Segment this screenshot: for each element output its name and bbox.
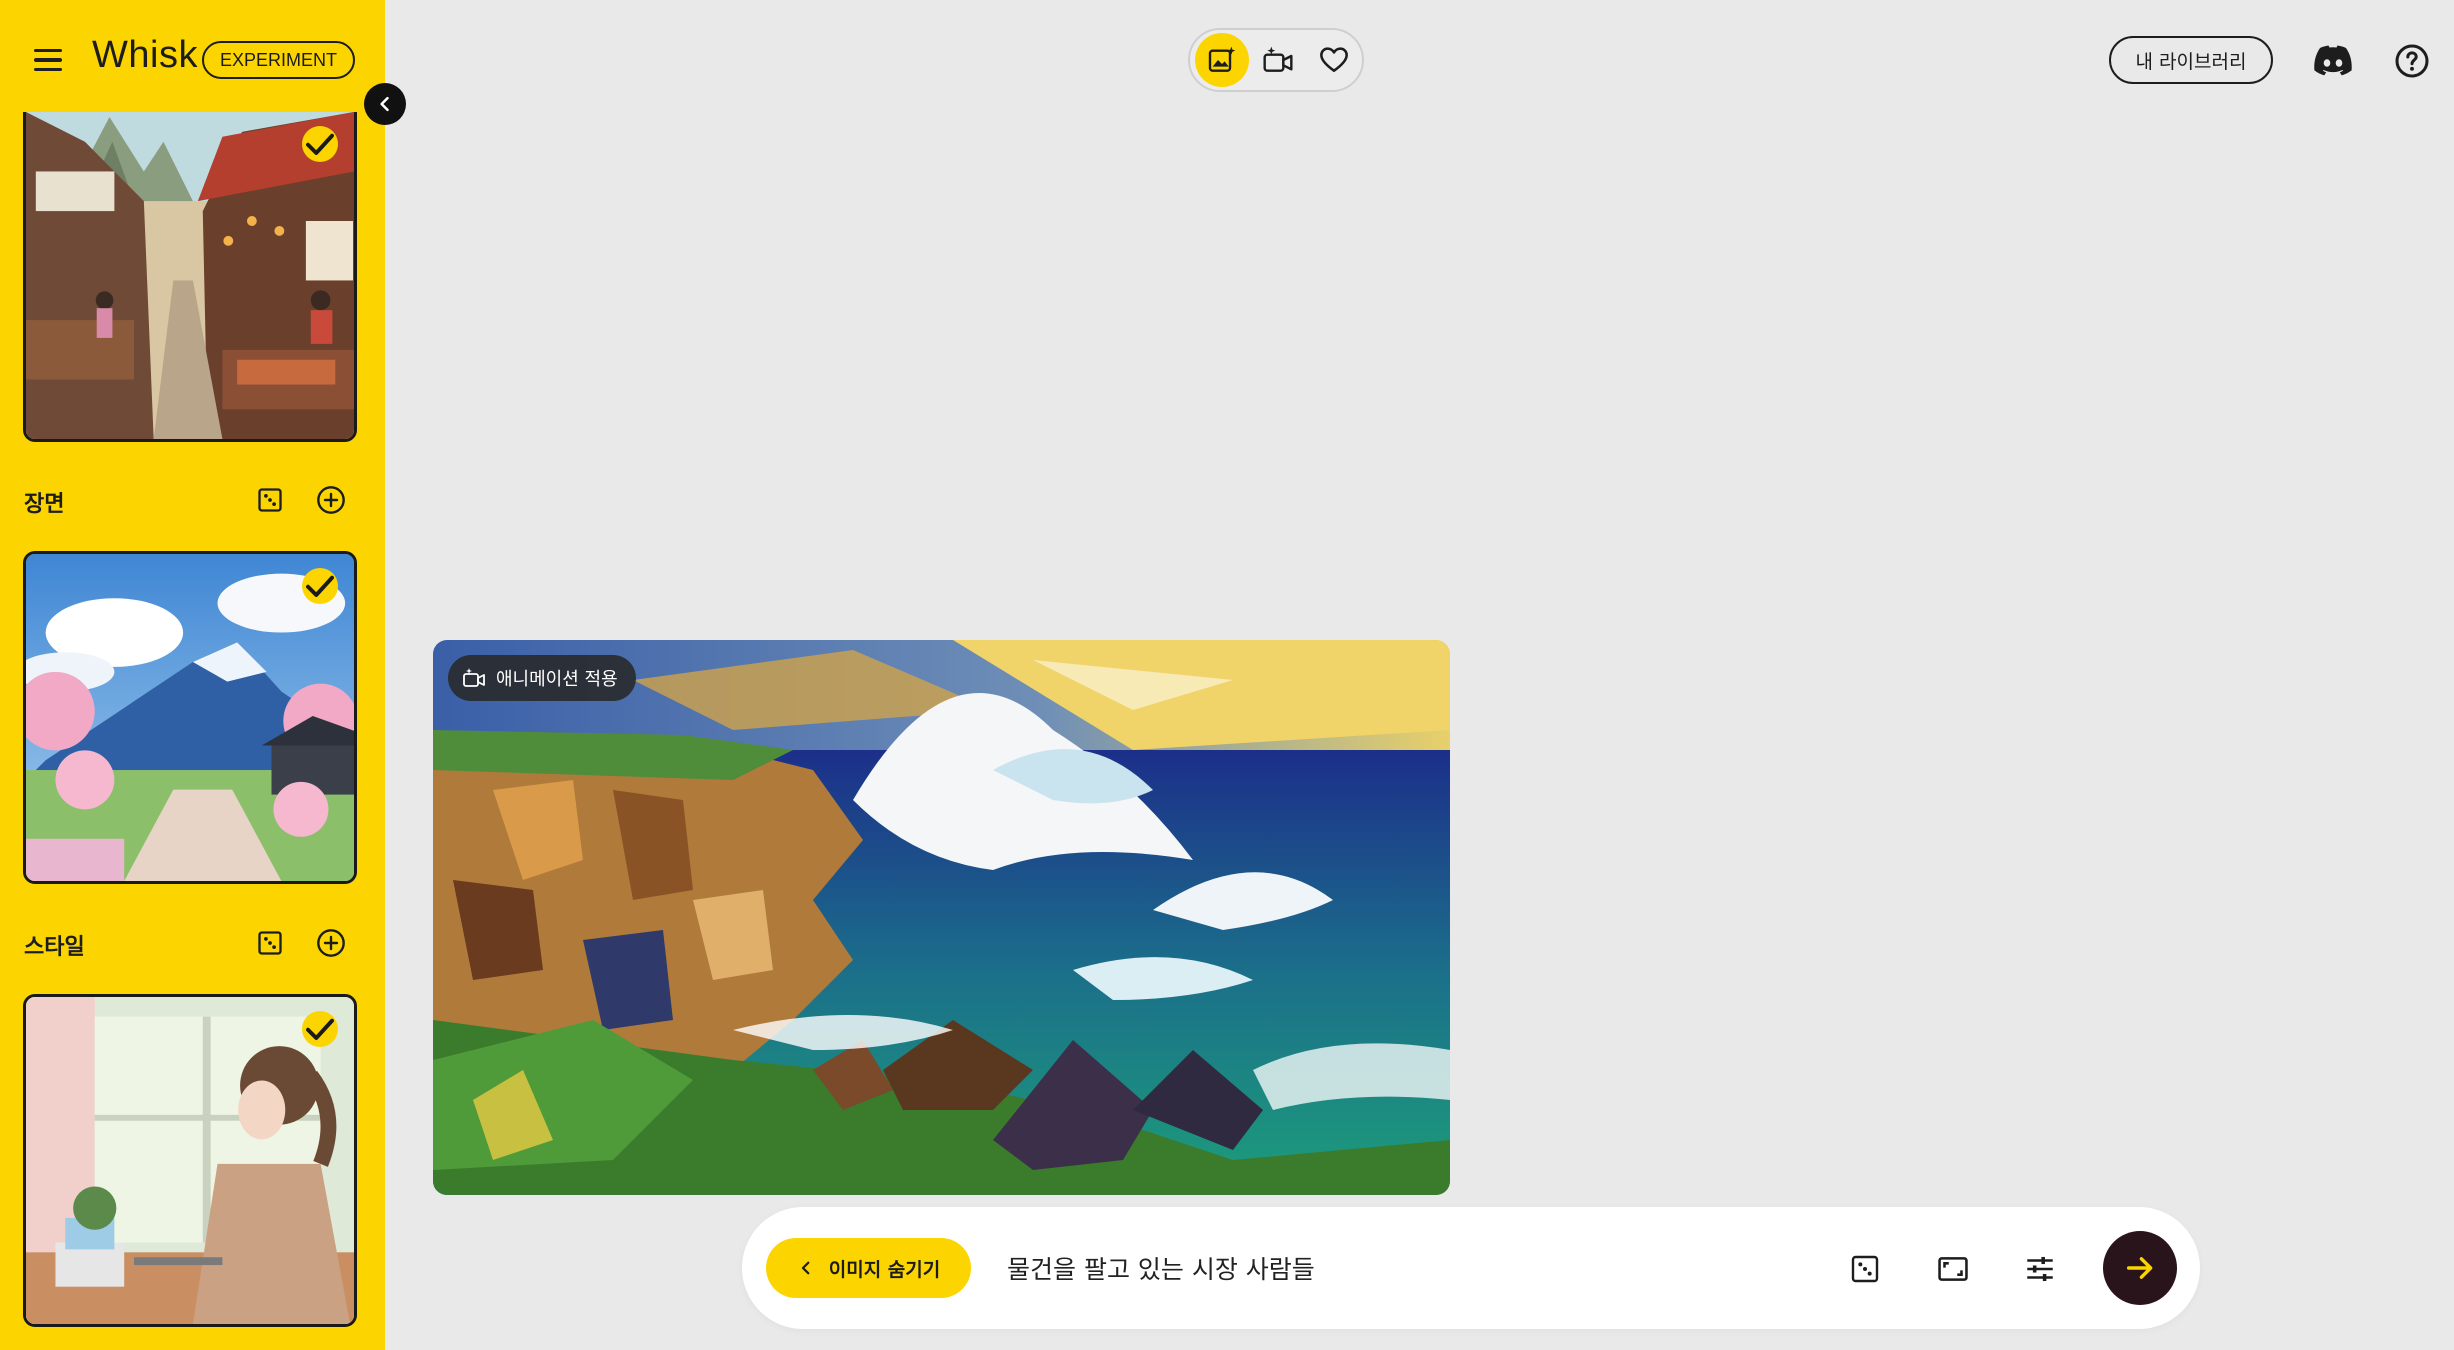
generated-image-card[interactable]: 애니메이션 적용 bbox=[433, 640, 1450, 1195]
selected-check-icon[interactable] bbox=[302, 1011, 338, 1047]
selected-check-icon[interactable] bbox=[302, 568, 338, 604]
style-dice-icon[interactable] bbox=[252, 925, 288, 961]
arrow-right-icon bbox=[2126, 1257, 2153, 1279]
scene-add-icon[interactable] bbox=[313, 482, 349, 518]
scene-dice-icon[interactable] bbox=[252, 482, 288, 518]
image-sparkle-icon bbox=[1208, 46, 1236, 72]
video-sparkle-icon bbox=[1263, 46, 1293, 72]
my-library-button[interactable]: 내 라이브러리 bbox=[2109, 36, 2273, 84]
sidebar: Whisk EXPERIMENT 장면 스타일 bbox=[0, 0, 385, 1350]
prompt-bar: 이미지 숨기기 물건을 팔고 있는 시장 사람들 bbox=[742, 1207, 2200, 1329]
scene-image-card[interactable] bbox=[23, 551, 357, 884]
video-sparkle-icon bbox=[463, 668, 485, 687]
selected-check-icon[interactable] bbox=[302, 126, 338, 162]
style-image-card[interactable] bbox=[23, 994, 357, 1327]
heart-icon bbox=[1320, 47, 1348, 72]
dice-icon[interactable] bbox=[1842, 1246, 1888, 1292]
animate-button[interactable]: 애니메이션 적용 bbox=[448, 655, 636, 701]
style-section-title: 스타일 bbox=[24, 935, 85, 960]
collapse-sidebar-button[interactable] bbox=[364, 83, 406, 125]
mode-toggle bbox=[1188, 28, 1364, 92]
discord-icon[interactable] bbox=[2310, 38, 2356, 84]
tune-icon[interactable] bbox=[2017, 1246, 2063, 1292]
experiment-badge: EXPERIMENT bbox=[202, 41, 356, 79]
chevron-left-icon bbox=[801, 1261, 810, 1275]
generated-image bbox=[433, 640, 1450, 1195]
subject-image-card[interactable] bbox=[23, 112, 357, 442]
video-mode-button[interactable] bbox=[1251, 33, 1305, 87]
aspect-ratio-icon[interactable] bbox=[1930, 1246, 1976, 1292]
chevron-left-icon bbox=[380, 96, 389, 112]
image-mode-button[interactable] bbox=[1195, 33, 1249, 87]
hide-images-button[interactable]: 이미지 숨기기 bbox=[766, 1238, 971, 1298]
favorites-button[interactable] bbox=[1307, 33, 1361, 87]
app-title: Whisk bbox=[92, 34, 198, 76]
style-add-icon[interactable] bbox=[313, 925, 349, 961]
submit-button[interactable] bbox=[2103, 1231, 2177, 1305]
scene-section-title: 장면 bbox=[24, 492, 65, 517]
help-icon[interactable] bbox=[2389, 38, 2435, 84]
menu-icon[interactable] bbox=[30, 42, 70, 78]
prompt-input[interactable]: 물건을 팔고 있는 시장 사람들 bbox=[1007, 1243, 1747, 1293]
hide-images-label: 이미지 숨기기 bbox=[828, 1258, 941, 1281]
animate-label: 애니메이션 적용 bbox=[496, 669, 618, 690]
